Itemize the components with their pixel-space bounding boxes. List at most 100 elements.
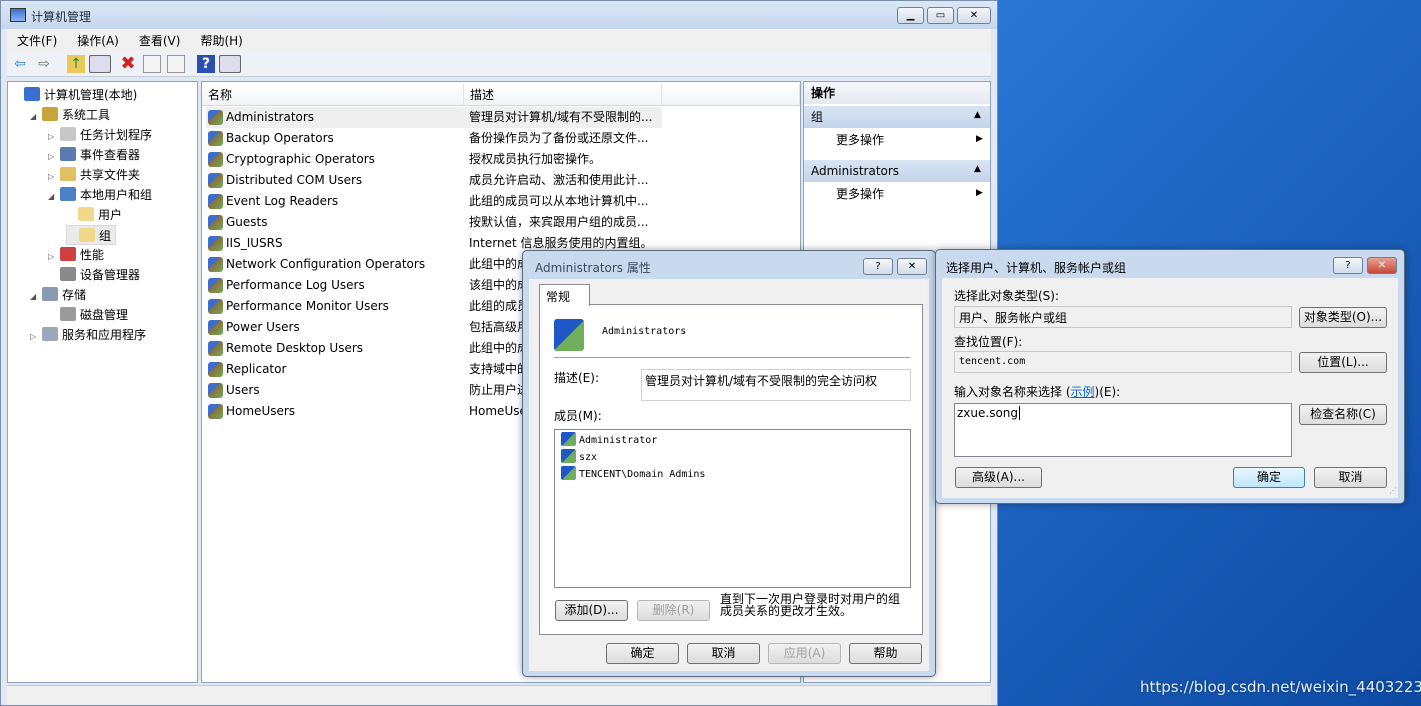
examples-link[interactable]: 示例 [1071,385,1095,399]
member-item[interactable]: Administrator [561,432,657,449]
show-hide-action-pane-icon[interactable] [219,55,241,73]
group-icon [208,194,223,209]
menu-action[interactable]: 操作(A) [67,29,129,51]
expand-icon[interactable]: ◢ [30,107,42,127]
object-type-label: 选择此对象类型(S): [954,289,1060,303]
apply-button[interactable]: 应用(A) [768,643,841,664]
group-icon [208,257,223,272]
tree-node-icon [24,87,40,101]
close-button[interactable]: ✕ [1367,257,1397,274]
table-row[interactable]: Backup Operators 备份操作员为了备份或还原文件... [206,128,662,149]
tree-item[interactable]: ◢ 本地用户和组 [48,185,152,205]
object-name-input[interactable]: zxue.song​ [954,403,1292,457]
group-description: HomeUse [469,404,527,418]
table-row[interactable]: Event Log Readers 此组的成员可以从本地计算机中... [206,191,662,212]
export-list-icon[interactable] [167,55,185,73]
delete-icon[interactable]: ✖ [119,55,137,73]
actions-section-group[interactable]: 组 [804,106,990,128]
location-field: tencent.com [954,351,1292,373]
ok-button[interactable]: 确定 [1233,467,1305,488]
title-bar: 计算机管理 ▁ ▭ ✕ [1,1,997,29]
resize-grip-icon[interactable]: ⋰ [1389,486,1397,495]
tree-item[interactable]: 用户 [66,205,122,225]
expand-icon[interactable]: ▷ [48,247,60,267]
column-header-description[interactable]: 描述 [464,84,662,106]
show-hide-tree-icon[interactable] [89,55,111,73]
membership-note: 直到下一次用户登录时对用户的组成员关系的更改才生效。 [720,592,901,618]
tree-item[interactable]: ▷ 事件查看器 [48,145,140,165]
forward-icon[interactable]: ⇨ [35,55,53,73]
member-item[interactable]: TENCENT\Domain Admins [561,466,705,483]
remove-button[interactable]: 删除(R) [637,600,710,621]
tree-item[interactable]: ◢ 存储 [30,285,86,305]
menu-view[interactable]: 查看(V) [129,29,191,51]
expand-icon[interactable]: ▷ [48,127,60,147]
expand-icon[interactable]: ◢ [48,187,60,207]
group-icon [561,466,576,480]
tab-general[interactable]: 常规 [539,284,590,306]
more-actions-group[interactable]: 更多操作 [836,129,884,151]
close-button[interactable]: ✕ [897,258,927,275]
tree-item[interactable]: ◢ 系统工具 [30,105,110,125]
group-name: Event Log Readers [226,194,339,208]
back-icon[interactable]: ⇦ [11,55,29,73]
tree-node-icon [60,267,76,281]
tree-item[interactable]: 磁盘管理 [48,305,128,325]
tree-item[interactable]: ▷ 性能 [48,245,104,265]
tree-item[interactable]: ▷ 任务计划程序 [48,125,152,145]
member-name: szx [579,452,598,463]
advanced-button[interactable]: 高级(A)... [955,467,1042,488]
maximize-button[interactable]: ▭ [927,7,954,24]
tree-node-icon [60,147,76,161]
group-icon [208,110,223,125]
menu-help[interactable]: 帮助(H) [190,29,252,51]
tree-item[interactable]: 计算机管理(本地) [12,85,137,105]
description-input[interactable]: 管理员对计算机/域有不受限制的完全访问权 [641,369,911,401]
tree-item[interactable]: ▷ 服务和应用程序 [30,325,146,345]
group-description: 支持域中的 [469,362,530,376]
tree-item[interactable]: ▷ 共享文件夹 [48,165,140,185]
group-description: 此组中的成 [469,257,530,271]
dialog-title: Administrators 属性 [535,261,651,275]
group-description: 管理员对计算机/域有不受限制的... [469,110,653,124]
group-name: Backup Operators [226,131,334,145]
cancel-button[interactable]: 取消 [687,643,760,664]
expand-icon[interactable]: ▷ [30,327,42,347]
tree-item[interactable]: 设备管理器 [48,265,140,285]
close-button[interactable]: ✕ [957,7,991,24]
member-item[interactable]: szx [561,449,597,466]
help-icon[interactable]: ? [197,55,215,73]
table-row[interactable]: Administrators 管理员对计算机/域有不受限制的... [206,107,662,128]
table-row[interactable]: Guests 按默认值，来宾跟用户组的成员... [206,212,662,233]
expand-icon[interactable]: ▷ [48,167,60,187]
table-row[interactable]: Distributed COM Users 成员允许启动、激活和使用此计... [206,170,662,191]
expand-icon[interactable]: ▷ [48,147,60,167]
tree-item-label: 计算机管理(本地) [44,88,138,102]
tree-item[interactable]: 组 [66,225,117,245]
actions-section-administrators[interactable]: Administrators [804,160,990,182]
table-row[interactable]: Cryptographic Operators 授权成员执行加密操作。 [206,149,662,170]
location-label: 查找位置(F): [954,335,1023,349]
actions-title: 操作 [804,82,990,104]
column-header-name[interactable]: 名称 [202,84,464,106]
ok-button[interactable]: 确定 [606,643,679,664]
help-dialog-button[interactable]: 帮助 [849,643,922,664]
expand-icon[interactable]: ◢ [30,287,42,307]
more-actions-administrators[interactable]: 更多操作 [836,183,884,205]
up-folder-icon[interactable]: ↑ [67,55,85,73]
menu-file[interactable]: 文件(F) [7,29,67,51]
help-button[interactable]: ? [1333,257,1363,274]
check-names-button[interactable]: 检查名称(C) [1299,404,1387,425]
help-button[interactable]: ? [863,258,893,275]
cancel-button[interactable]: 取消 [1314,467,1387,488]
locations-button[interactable]: 位置(L)... [1299,352,1387,373]
collapse-icon[interactable]: ▲ [974,164,981,174]
object-types-button[interactable]: 对象类型(O)... [1299,307,1387,328]
collapse-icon[interactable]: ▲ [974,110,981,120]
tree-node-icon [60,187,76,201]
add-button[interactable]: 添加(D)... [555,600,628,621]
minimize-button[interactable]: ▁ [897,7,924,24]
tree-item-label: 用户 [98,208,123,222]
tree-node-icon [79,228,95,242]
properties-icon[interactable] [143,55,161,73]
